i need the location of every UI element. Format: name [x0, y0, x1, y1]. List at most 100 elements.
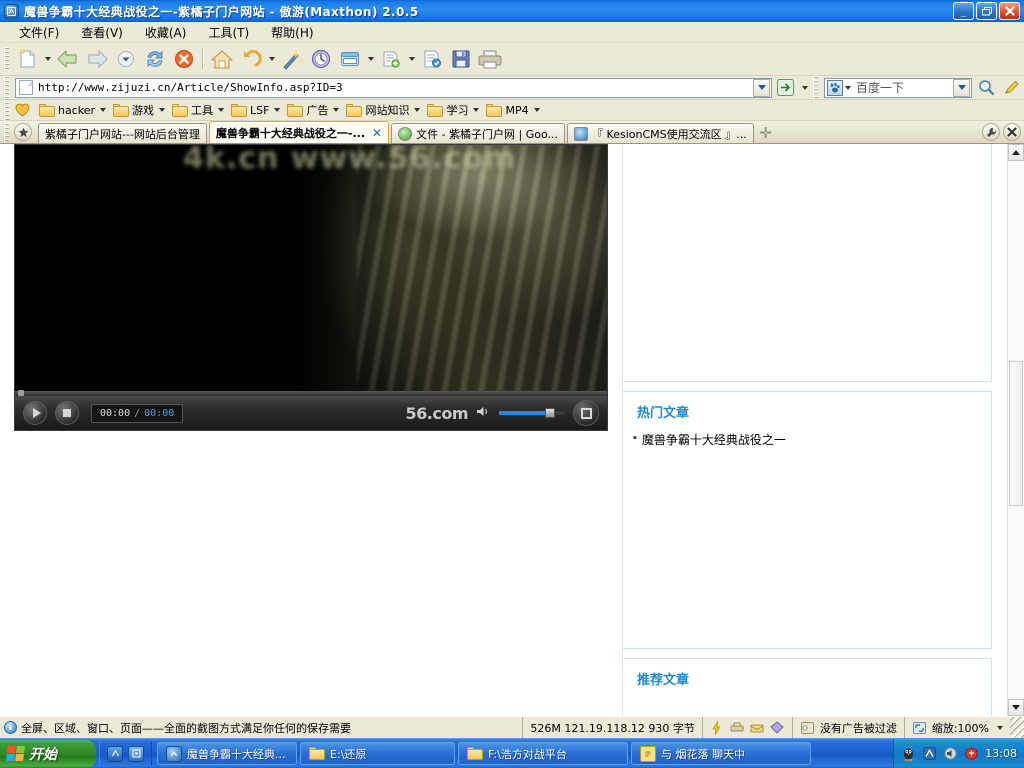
bookmark-label: 广告: [306, 104, 329, 117]
new-page-icon[interactable]: [13, 45, 41, 73]
menu-tools[interactable]: 工具(T): [197, 22, 260, 43]
forward-icon[interactable]: [83, 45, 111, 73]
save-icon[interactable]: [447, 45, 475, 73]
group-icon[interactable]: [377, 45, 405, 73]
lightning-icon[interactable]: [710, 720, 725, 735]
stop-icon[interactable]: [170, 45, 198, 73]
scrollbar-track[interactable]: [1008, 161, 1024, 699]
tab-kesioncms-forum[interactable]: 『 KesionCMS使用交流区 』...: [567, 123, 754, 143]
bookmark-study[interactable]: 学习: [424, 101, 483, 119]
cookie-icon[interactable]: [750, 720, 765, 735]
print-icon[interactable]: [476, 45, 504, 73]
hot-article-link[interactable]: 魔兽争霸十大经典战役之一: [642, 431, 786, 448]
chevron-down-icon[interactable]: [997, 725, 1003, 730]
close-all-tabs-icon[interactable]: [1003, 123, 1021, 141]
bookmarksbar-grip[interactable]: [4, 98, 9, 122]
page-scrollbar[interactable]: [1007, 144, 1024, 716]
bookmark-games[interactable]: 游戏: [110, 101, 169, 119]
sidebar-panel-partial-top: [622, 144, 992, 382]
tabbar-grip[interactable]: [4, 123, 9, 141]
go-dropdown-icon[interactable]: [799, 74, 810, 102]
highlight-pen-icon[interactable]: [1000, 78, 1022, 98]
search-dropdown-icon[interactable]: [953, 78, 970, 97]
search-input[interactable]: 百度一下: [824, 77, 972, 98]
resize-grip[interactable]: [1010, 717, 1024, 738]
wrench-icon[interactable]: [982, 123, 1000, 141]
search-engine-dropdown-icon[interactable]: [844, 81, 852, 95]
menu-favorites[interactable]: 收藏(A): [134, 22, 198, 43]
address-input[interactable]: http://www.zijuzi.cn/Article/ShowInfo.as…: [15, 77, 772, 98]
task-explorer-f-haofang[interactable]: F:\浩方对战平台: [458, 742, 628, 765]
page-check-icon[interactable]: [418, 45, 446, 73]
video-player[interactable]: 4k.cn www.56.com 00:00 / 00:00 56.com: [14, 144, 608, 431]
volume-handle[interactable]: [545, 408, 555, 418]
refresh-icon[interactable]: [141, 45, 169, 73]
volume-slider[interactable]: [499, 408, 565, 418]
close-button[interactable]: [999, 2, 1020, 20]
home-icon[interactable]: [208, 45, 236, 73]
maxthon-tray-icon[interactable]: [922, 746, 937, 761]
window-layout-icon[interactable]: [336, 45, 364, 73]
baidu-paw-icon[interactable]: [827, 79, 843, 96]
bookmark-mp4[interactable]: MP4: [483, 103, 543, 118]
back-icon[interactable]: [54, 45, 82, 73]
searchbar-grip[interactable]: [813, 75, 818, 100]
task-qq-chat[interactable]: 与 烟花落 聊天中: [631, 742, 811, 765]
tab-close-icon[interactable]: ✕: [372, 126, 382, 140]
favorites-star-icon[interactable]: [14, 123, 32, 141]
fullscreen-icon[interactable]: [573, 400, 599, 426]
bookmark-lsf[interactable]: LSF: [228, 103, 284, 118]
history-clock-icon[interactable]: [307, 45, 335, 73]
window-dropdown-icon[interactable]: [365, 45, 376, 73]
media-quick-icon[interactable]: [128, 745, 144, 762]
stop-icon[interactable]: [55, 401, 79, 425]
menu-help[interactable]: 帮助(H): [260, 22, 324, 43]
magic-fill-icon[interactable]: [278, 45, 306, 73]
group-dropdown-icon[interactable]: [406, 45, 417, 73]
menu-view[interactable]: 查看(V): [70, 22, 134, 43]
video-time-display: 00:00 / 00:00: [91, 403, 184, 423]
status-ad-filter[interactable]: 没有广告被过滤: [793, 717, 905, 738]
tab-backend-admin[interactable]: 紫橘子门户网站---网站后台管理: [38, 123, 207, 143]
task-maxthon[interactable]: 魔兽争霸十大经典...: [157, 742, 297, 765]
task-explorer-e-restore[interactable]: E:\还原: [300, 742, 455, 765]
qq-penguin-icon[interactable]: [901, 746, 916, 761]
bookmark-hacker[interactable]: hacker: [36, 103, 110, 118]
speaker-icon[interactable]: [476, 405, 491, 421]
scrollbar-thumb[interactable]: [1009, 361, 1023, 506]
addressbar-grip[interactable]: [4, 75, 9, 100]
address-dropdown-icon[interactable]: [753, 78, 770, 97]
antivirus-icon[interactable]: [964, 746, 979, 761]
caret-down-icon: [1012, 705, 1020, 710]
tab-google-docs[interactable]: 文件 - 紫橘子门户网 | Goo...: [391, 123, 566, 143]
bookmark-tools[interactable]: 工具: [169, 101, 228, 119]
toolbar-grip[interactable]: [4, 47, 9, 71]
maximize-button[interactable]: [976, 2, 997, 20]
taskbar-clock[interactable]: 13:08: [985, 747, 1017, 760]
status-zoom[interactable]: 缩放:100%: [905, 717, 1010, 738]
bookmark-ads[interactable]: 广告: [284, 101, 343, 119]
play-icon[interactable]: [23, 401, 47, 425]
shield-icon[interactable]: [770, 720, 785, 735]
list-item[interactable]: ▪ 魔兽争霸十大经典战役之一: [629, 429, 991, 450]
history-dropdown-icon[interactable]: [112, 45, 140, 73]
favorites-heart-icon[interactable]: [12, 101, 32, 120]
address-url-text: http://www.zijuzi.cn/Article/ShowInfo.as…: [38, 81, 343, 94]
go-button[interactable]: [775, 77, 796, 98]
start-button[interactable]: 开始: [0, 739, 96, 768]
bookmark-website-knowledge[interactable]: 网站知识: [343, 101, 424, 119]
menu-file[interactable]: 文件(F): [8, 22, 70, 43]
new-page-dropdown-icon[interactable]: [42, 45, 53, 73]
tab-active-article[interactable]: 魔兽争霸十大经典战役之一-... ✕: [208, 121, 390, 143]
undo-dropdown-icon[interactable]: [266, 45, 277, 73]
video-frame[interactable]: 4k.cn www.56.com: [15, 145, 607, 398]
maxthon-quick-icon[interactable]: [107, 745, 123, 762]
proxy-icon[interactable]: [730, 720, 745, 735]
new-tab-button[interactable]: ✛: [756, 123, 776, 143]
undo-close-icon[interactable]: [237, 45, 265, 73]
volume-icon[interactable]: [943, 746, 958, 761]
minimize-button[interactable]: _: [953, 2, 974, 20]
scroll-up-button[interactable]: [1008, 144, 1024, 161]
search-button[interactable]: [975, 78, 997, 98]
scroll-down-button[interactable]: [1008, 699, 1024, 716]
